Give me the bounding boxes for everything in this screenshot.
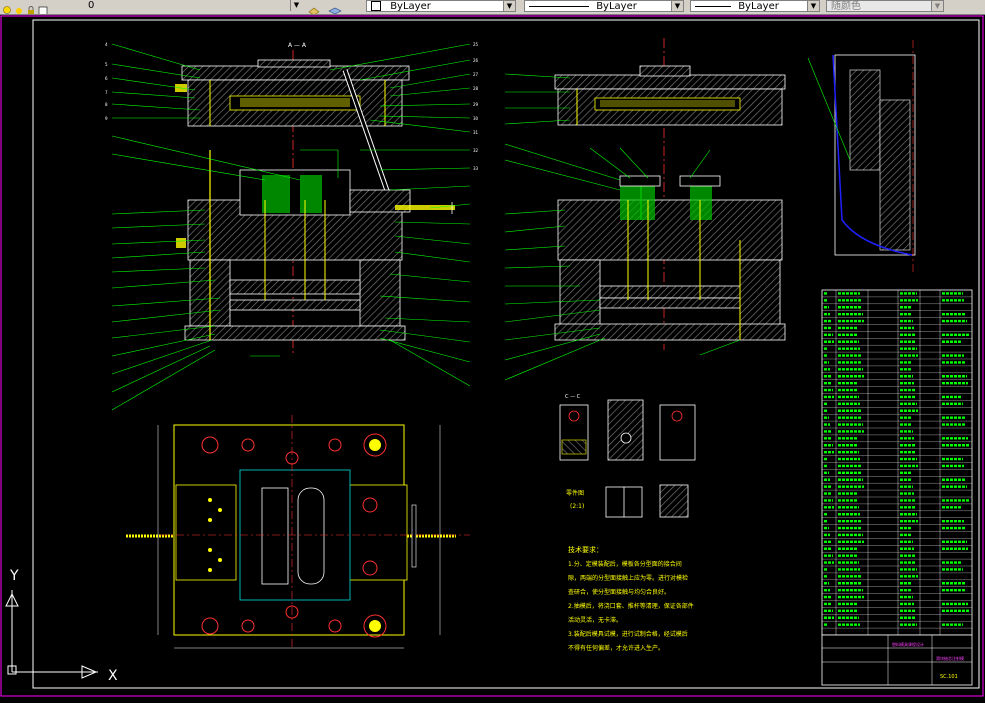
- make-layer-current-icon[interactable]: [308, 1, 320, 14]
- parts-list-table: [821, 289, 973, 636]
- svg-text:31: 31: [473, 130, 479, 135]
- properties-toolbar: 0 ▼ ByLayer ▼ ByLayer ▼ ByLayer ▼ 随颜色 ▼: [0, 0, 985, 15]
- color-swatch-icon: [371, 1, 381, 11]
- chevron-down-icon[interactable]: ▼: [931, 1, 943, 11]
- layer-previous-icon[interactable]: [328, 1, 342, 14]
- title-block: 塑料模具课程设计 滑块抽芯注射模 SC.101: [821, 634, 973, 686]
- color-value: ByLayer: [390, 1, 431, 12]
- main-section-view: A — A 456 789 252627 282930 313233: [105, 42, 479, 411]
- layer-color-swatch-icon[interactable]: [38, 1, 48, 14]
- lineweight-dropdown[interactable]: ByLayer ▼: [690, 0, 820, 12]
- tech-title: 技术要求：: [568, 545, 603, 554]
- svg-text:5: 5: [105, 62, 108, 67]
- linetype-dropdown[interactable]: ByLayer ▼: [524, 0, 684, 12]
- lineweight-preview: [695, 5, 731, 7]
- tech-line: 活动灵活，无卡滞。: [568, 616, 622, 624]
- section-bb-view: [504, 38, 786, 381]
- svg-text:28: 28: [473, 86, 479, 91]
- tech-line: 1.分、定模装配后，模板各分型面的接合间: [568, 560, 682, 568]
- ucs-x-label: X: [108, 668, 118, 684]
- chevron-down-icon[interactable]: ▼: [807, 1, 819, 11]
- svg-text:7: 7: [105, 90, 108, 95]
- title-drawing-no: SC.101: [940, 674, 958, 680]
- technical-requirements: 技术要求： 1.分、定模装配后，模板各分型面的接合间 隙，两端的分型面接触上应为…: [568, 545, 694, 652]
- part-label: 零件图: [566, 489, 584, 497]
- svg-text:6: 6: [105, 76, 108, 81]
- sun-icon[interactable]: [14, 1, 24, 14]
- tech-line: 不得有任何偏差，才允许进入生产。: [568, 644, 664, 652]
- tech-line: 3.装配后模具试模，进行试制合格，经试模后: [568, 630, 688, 638]
- plan-view: [126, 415, 470, 650]
- chevron-down-icon[interactable]: ▼: [290, 0, 302, 11]
- plotstyle-value: 随颜色: [831, 1, 861, 12]
- layer-dropdown[interactable]: 0 ▼: [50, 0, 302, 12]
- part-detail-view: C — C 零件图 (2:1): [559, 394, 696, 518]
- ucs-y-label: Y: [9, 568, 19, 584]
- tech-line: 2.抽模后，将浇口套、推杆等清理，保证各部件: [568, 602, 694, 610]
- detail-view: [807, 40, 916, 275]
- part-scale: (2:1): [570, 503, 584, 510]
- chevron-down-icon[interactable]: ▼: [671, 1, 683, 11]
- section-aa-label: A — A: [288, 42, 307, 49]
- svg-text:4: 4: [105, 42, 108, 47]
- drawing-canvas[interactable]: A — A 4 5 6 7 8 9 25 26 27 28 29 30 31 3…: [0, 15, 985, 699]
- title-school: 塑料模具课程设计: [892, 641, 924, 647]
- svg-text:8: 8: [105, 102, 108, 107]
- chevron-down-icon[interactable]: ▼: [503, 1, 515, 11]
- svg-text:26: 26: [473, 58, 479, 63]
- svg-text:33: 33: [473, 166, 479, 171]
- light-bulb-icon[interactable]: [2, 1, 12, 14]
- svg-text:9: 9: [105, 116, 108, 121]
- tech-line: 隙，两端的分型面接触上应为零。进行对模检: [568, 574, 688, 582]
- section-cc-label: C — C: [565, 394, 581, 400]
- tech-line: 查研合，使分型面接触与均匀合良好。: [568, 588, 670, 596]
- title-drawing-name: 滑块抽芯注射模: [936, 655, 964, 661]
- svg-text:32: 32: [473, 148, 479, 153]
- lineweight-value: ByLayer: [738, 1, 779, 12]
- ucs-icon: Y X: [5, 568, 118, 684]
- svg-text:27: 27: [473, 72, 479, 77]
- color-dropdown[interactable]: ByLayer ▼: [366, 0, 516, 12]
- lock-icon[interactable]: [26, 1, 36, 14]
- svg-text:25: 25: [473, 42, 479, 47]
- linetype-value: ByLayer: [596, 1, 637, 12]
- linetype-preview: [529, 5, 589, 7]
- layer-name: 0: [88, 0, 95, 11]
- svg-text:29: 29: [473, 102, 479, 107]
- plotstyle-dropdown[interactable]: 随颜色 ▼: [826, 0, 944, 12]
- svg-text:30: 30: [473, 116, 479, 121]
